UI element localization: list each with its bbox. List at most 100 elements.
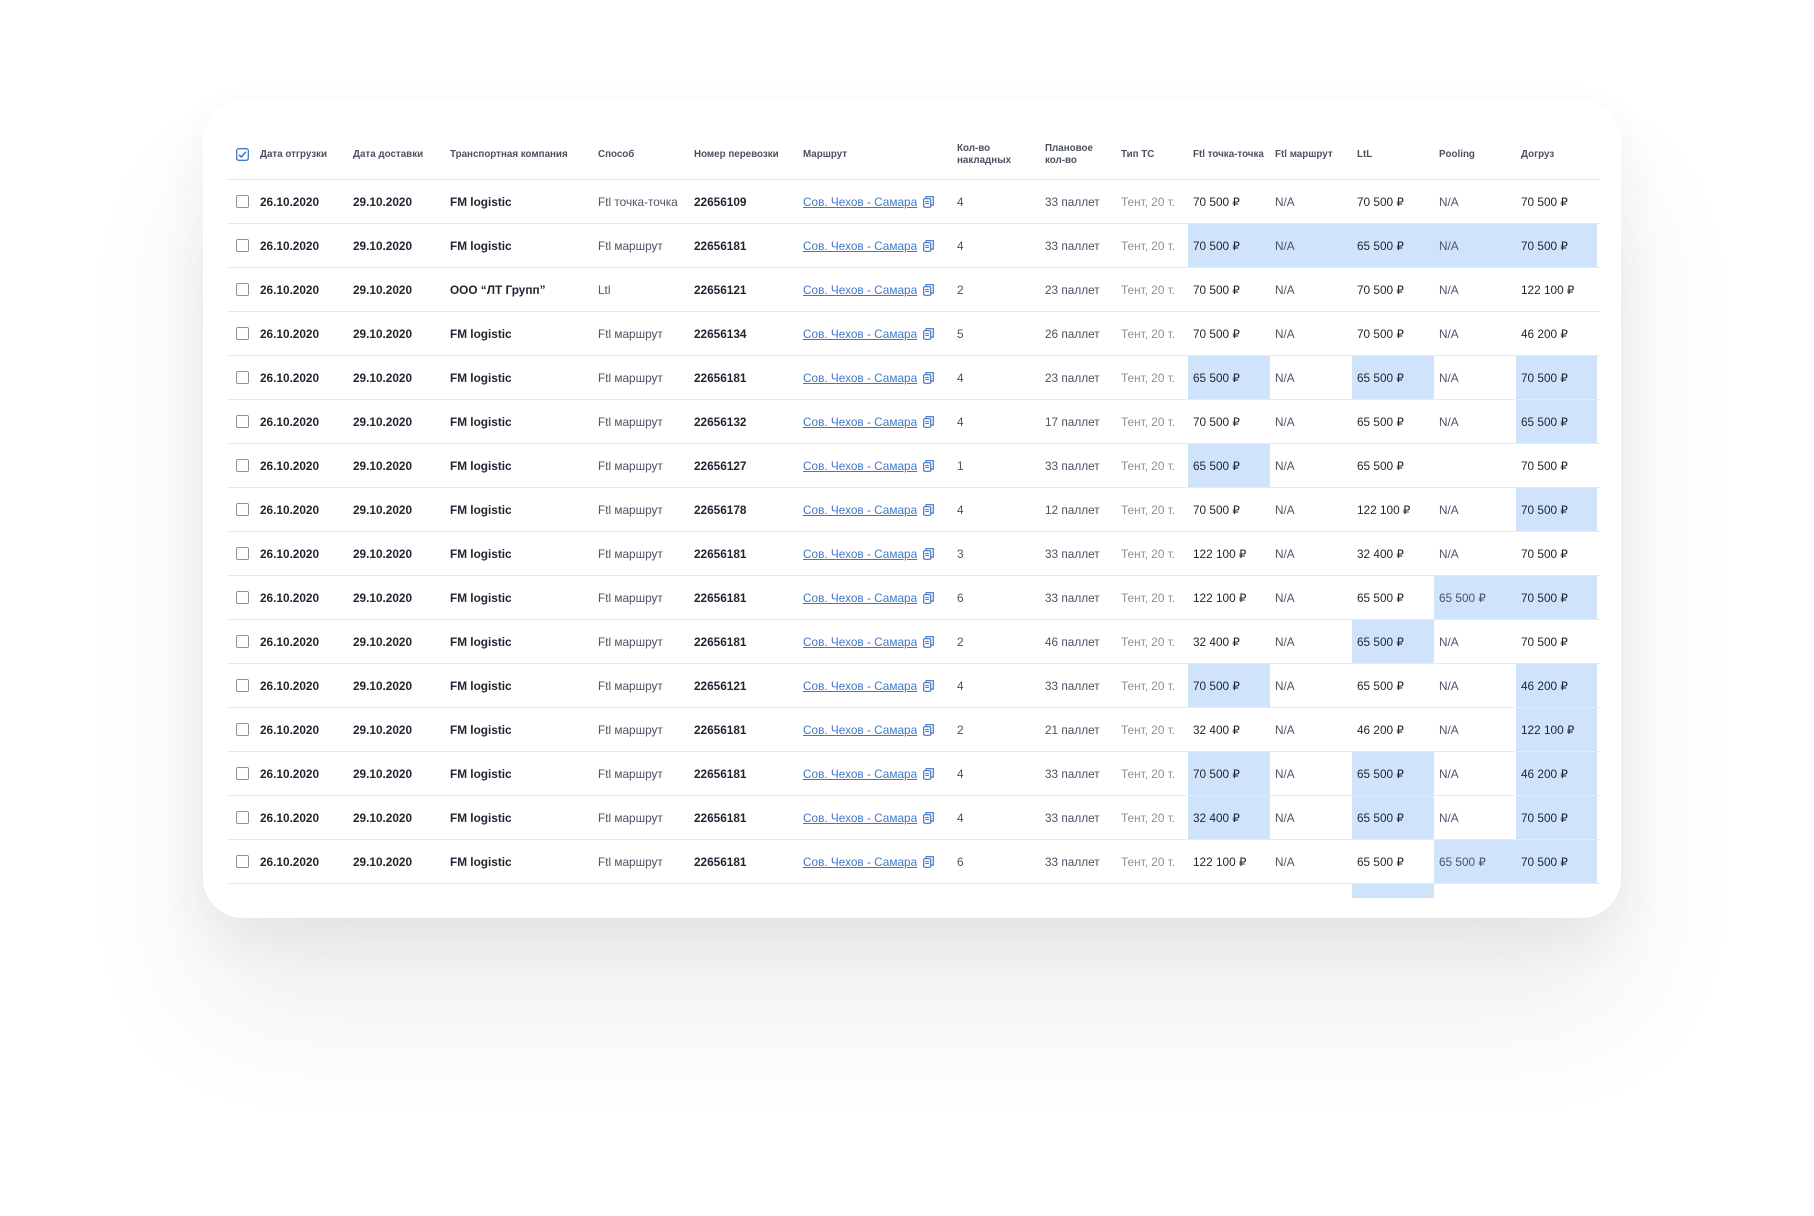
ltl-value: 65 500 ₽ <box>1357 766 1404 781</box>
copy-icon[interactable] <box>923 415 935 428</box>
row-checkbox[interactable] <box>236 679 249 692</box>
copy-icon[interactable] <box>923 855 935 868</box>
col-method[interactable]: Способ <box>593 130 689 179</box>
col-planned-qty[interactable]: Плановое кол-во <box>1040 130 1096 179</box>
route-link[interactable]: Сов. Чехов - Самара <box>803 459 917 473</box>
row-checkbox[interactable] <box>236 459 249 472</box>
copy-icon[interactable] <box>923 811 935 824</box>
route-link[interactable]: Сов. Чехов - Самара <box>803 547 917 561</box>
route-link[interactable]: Сов. Чехов - Самара <box>803 327 917 341</box>
row-checkbox[interactable] <box>236 591 249 604</box>
col-route[interactable]: Маршрут <box>798 130 952 179</box>
table-row[interactable]: 26.10.2020 29.10.2020 ООО “ЛТ Групп” Ltl 226… <box>228 268 1600 312</box>
vehicle-type-cell: Тент, 20 т. <box>1116 664 1188 707</box>
invoices-count-value: 3 <box>957 546 964 561</box>
pooling-cell: N/A <box>1434 400 1516 443</box>
ftl-route-value: N/A <box>1275 326 1295 341</box>
col-invoices-count[interactable]: Кол-во накладных <box>952 130 1011 179</box>
route-link[interactable]: Сов. Чехов - Самара <box>803 195 917 209</box>
company-cell: FM logistic <box>445 620 593 663</box>
route-link[interactable]: Сов. Чехов - Самара <box>803 679 917 693</box>
copy-icon[interactable] <box>923 327 935 340</box>
route-link[interactable]: Сов. Чехов - Самара <box>803 767 917 781</box>
ftl-point-point-cell: 70 500 ₽ <box>1188 224 1270 267</box>
table-row[interactable]: 26.10.2020 29.10.2020 FM logistic Ftl точка… <box>228 180 1600 224</box>
copy-icon[interactable] <box>923 591 935 604</box>
row-checkbox-cell <box>228 796 255 839</box>
table-row[interactable]: 26.10.202029.10.2020FM logisticFtl маршр… <box>228 708 1600 752</box>
route-cell: Сов. Чехов - Самара <box>798 620 952 663</box>
col-ftl-route[interactable]: Ftl маршрут <box>1270 130 1352 179</box>
table-row[interactable]: 26.10.202029.10.2020FM logisticFtl маршр… <box>228 224 1600 268</box>
row-checkbox[interactable] <box>236 283 249 296</box>
table-row[interactable]: 26.10.202029.10.2020FM logisticFtl маршр… <box>228 444 1600 488</box>
copy-icon[interactable] <box>923 459 935 472</box>
route-link[interactable]: Сов. Чехов - Самара <box>803 635 917 649</box>
col-ship-date[interactable]: Дата отгрузки <box>255 130 348 179</box>
copy-icon[interactable] <box>923 635 935 648</box>
row-checkbox[interactable] <box>236 635 249 648</box>
shipment-number-cell: 22656181 <box>689 884 798 898</box>
table-row[interactable]: 26.10.202029.10.2020FM logisticFtl маршр… <box>228 664 1600 708</box>
ltl-cell: 70 500 ₽ <box>1352 268 1434 311</box>
row-checkbox[interactable] <box>236 415 249 428</box>
table-row[interactable]: 26.10.202029.10.2020FM logisticFtl маршр… <box>228 884 1600 898</box>
table-row[interactable]: 26.10.202029.10.2020FM logisticFtl маршр… <box>228 356 1600 400</box>
route-link[interactable]: Сов. Чехов - Самара <box>803 283 917 297</box>
col-pooling[interactable]: Pooling <box>1434 130 1516 179</box>
row-checkbox[interactable] <box>236 503 249 516</box>
invoices-count-cell: 4 <box>952 180 1040 223</box>
col-ftl-point-point[interactable]: Ftl точка-точка <box>1188 130 1270 179</box>
method-value: Ftl маршрут <box>598 590 663 605</box>
route-cell: Сов. Чехов - Самара <box>798 796 952 839</box>
route-link[interactable]: Сов. Чехов - Самара <box>803 811 917 825</box>
table-row[interactable]: 26.10.202029.10.2020FM logisticFtl маршр… <box>228 312 1600 356</box>
copy-icon[interactable] <box>923 195 935 208</box>
row-checkbox[interactable] <box>236 195 249 208</box>
row-checkbox[interactable] <box>236 723 249 736</box>
col-dogruz[interactable]: Догруз <box>1516 130 1597 179</box>
row-checkbox[interactable] <box>236 855 249 868</box>
col-delivery-date[interactable]: Дата доставки <box>348 130 445 179</box>
copy-icon[interactable] <box>923 239 935 252</box>
copy-icon[interactable] <box>923 371 935 384</box>
table-row[interactable]: 26.10.202029.10.2020FM logisticFtl маршр… <box>228 752 1600 796</box>
col-ltl[interactable]: LtL <box>1352 130 1434 179</box>
row-checkbox[interactable] <box>236 547 249 560</box>
table-row[interactable]: 26.10.202029.10.2020FM logisticFtl маршр… <box>228 840 1600 884</box>
copy-icon[interactable] <box>923 723 935 736</box>
table-row[interactable]: 26.10.202029.10.2020FM logisticFtl маршр… <box>228 796 1600 840</box>
table-row[interactable]: 26.10.202029.10.2020FM logisticFtl маршр… <box>228 400 1600 444</box>
ltl-cell: 65 500 ₽ <box>1352 664 1434 707</box>
route-link[interactable]: Сов. Чехов - Самара <box>803 503 917 517</box>
route-link[interactable]: Сов. Чехов - Самара <box>803 723 917 737</box>
row-checkbox[interactable] <box>236 811 249 824</box>
copy-icon[interactable] <box>923 679 935 692</box>
copy-icon[interactable] <box>923 283 935 296</box>
table-row[interactable]: 26.10.202029.10.2020FM logisticFtl маршр… <box>228 532 1600 576</box>
table-row[interactable]: 26.10.202029.10.2020FM logisticFtl маршр… <box>228 620 1600 664</box>
table-row[interactable]: 26.10.202029.10.2020FM logisticFtl маршр… <box>228 576 1600 620</box>
route-link[interactable]: Сов. Чехов - Самара <box>803 855 917 869</box>
route-link[interactable]: Сов. Чехов - Самара <box>803 415 917 429</box>
row-checkbox[interactable] <box>236 371 249 384</box>
route-link[interactable]: Сов. Чехов - Самара <box>803 239 917 253</box>
row-checkbox[interactable] <box>236 327 249 340</box>
ship-date-value: 26.10.2020 <box>260 634 320 649</box>
ship-date-value: 26.10.2020 <box>260 414 320 429</box>
copy-icon[interactable] <box>923 547 935 560</box>
route-link[interactable]: Сов. Чехов - Самара <box>803 591 917 605</box>
col-shipment-number[interactable]: Номер перевозки <box>689 130 798 179</box>
copy-icon[interactable] <box>923 503 935 516</box>
col-company[interactable]: Транспортная компания <box>445 130 593 179</box>
copy-icon[interactable] <box>923 767 935 780</box>
shipment-number-cell: 22656178 <box>689 488 798 531</box>
route-cell: Сов. Чехов - Самара <box>798 840 952 883</box>
row-checkbox[interactable] <box>236 239 249 252</box>
row-checkbox[interactable] <box>236 767 249 780</box>
table-row[interactable]: 26.10.202029.10.2020FM logisticFtl маршр… <box>228 488 1600 532</box>
route-link[interactable]: Сов. Чехов - Самара <box>803 371 917 385</box>
delivery-date-value: 29.10.2020 <box>353 282 413 297</box>
select-all-checkbox[interactable] <box>236 148 249 161</box>
col-vehicle-type[interactable]: Тип ТС <box>1116 130 1188 179</box>
